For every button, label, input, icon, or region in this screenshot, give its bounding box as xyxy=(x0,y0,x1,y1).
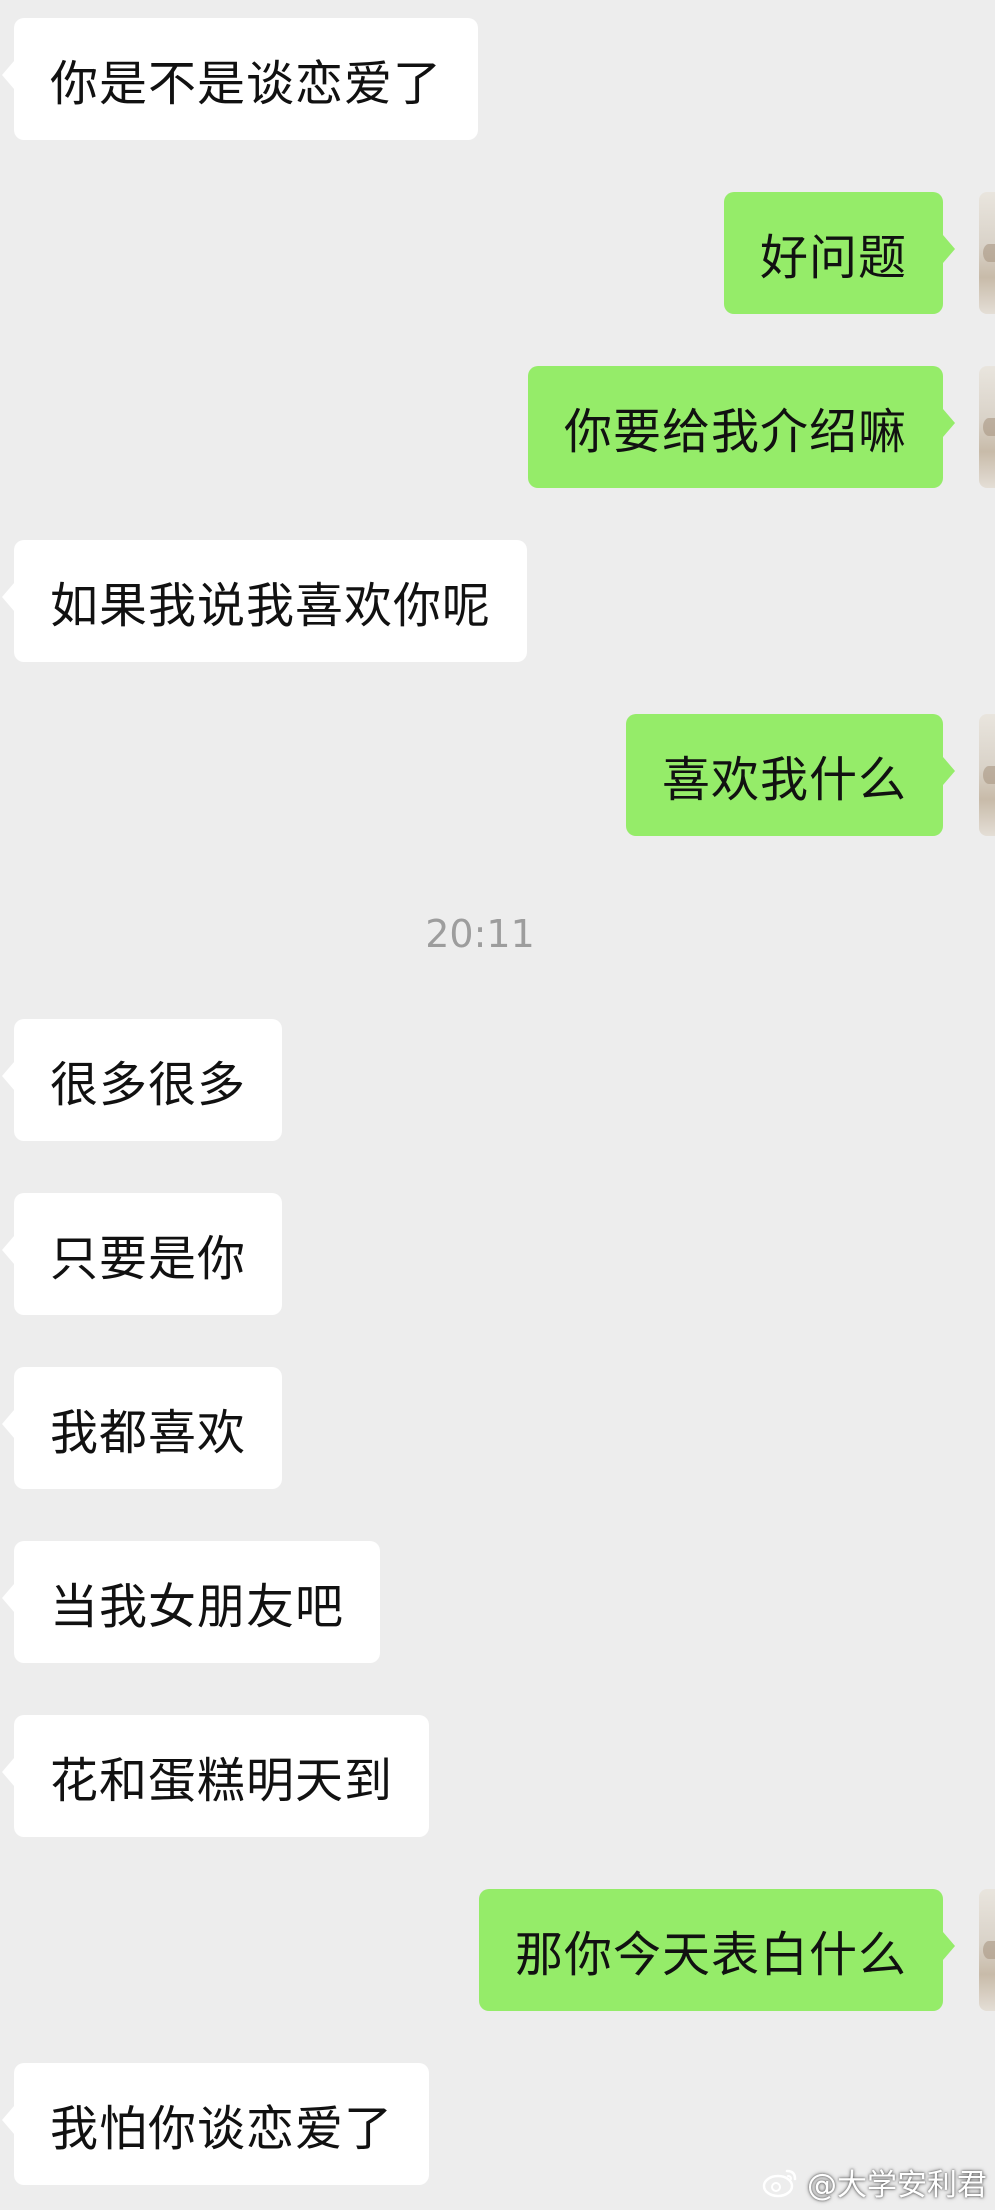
watermark-text: @大学安利君 xyxy=(807,2168,987,2203)
incoming-bubble[interactable]: 你是不是谈恋爱了 xyxy=(1,18,479,140)
incoming-bubble[interactable]: 我都喜欢 xyxy=(1,1367,283,1489)
message-text: 当我女朋友吧 xyxy=(50,1579,345,1635)
outgoing-message: 好问题 xyxy=(0,192,995,314)
incoming-bubble[interactable]: 如果我说我喜欢你呢 xyxy=(1,540,528,662)
incoming-bubble[interactable]: 我怕你谈恋爱了 xyxy=(1,2063,430,2185)
avatar[interactable] xyxy=(979,192,995,314)
outgoing-bubble[interactable]: 那你今天表白什么 xyxy=(478,1889,956,2011)
outgoing-message: 那你今天表白什么 xyxy=(0,1889,995,2011)
chat-timestamp: 20:11 xyxy=(425,912,535,956)
message-text: 我都喜欢 xyxy=(50,1405,247,1461)
message-text: 那你今天表白什么 xyxy=(514,1927,907,1983)
avatar[interactable] xyxy=(979,714,995,836)
outgoing-message: 你要给我介绍嘛 xyxy=(0,366,995,488)
avatar[interactable] xyxy=(979,1889,995,2011)
message-text: 喜欢我什么 xyxy=(661,752,907,808)
incoming-bubble[interactable]: 当我女朋友吧 xyxy=(1,1541,381,1663)
message-text: 花和蛋糕明天到 xyxy=(50,1753,394,1809)
message-text: 你是不是谈恋爱了 xyxy=(50,56,443,112)
outgoing-bubble[interactable]: 好问题 xyxy=(723,192,956,314)
avatar[interactable] xyxy=(979,366,995,488)
incoming-bubble[interactable]: 花和蛋糕明天到 xyxy=(1,1715,430,1837)
message-text: 我怕你谈恋爱了 xyxy=(50,2101,394,2157)
outgoing-bubble[interactable]: 喜欢我什么 xyxy=(625,714,956,836)
incoming-bubble[interactable]: 只要是你 xyxy=(1,1193,283,1315)
message-text: 如果我说我喜欢你呢 xyxy=(50,578,492,634)
outgoing-message: 喜欢我什么 xyxy=(0,714,995,836)
message-text: 你要给我介绍嘛 xyxy=(563,404,907,460)
message-text: 好问题 xyxy=(759,230,907,286)
incoming-bubble[interactable]: 很多很多 xyxy=(1,1019,283,1141)
message-text: 很多很多 xyxy=(50,1057,247,1113)
weibo-logo-icon xyxy=(762,2169,797,2198)
outgoing-bubble[interactable]: 你要给我介绍嘛 xyxy=(527,366,956,488)
watermark: @大学安利君 xyxy=(761,2160,987,2204)
message-text: 只要是你 xyxy=(50,1231,247,1287)
